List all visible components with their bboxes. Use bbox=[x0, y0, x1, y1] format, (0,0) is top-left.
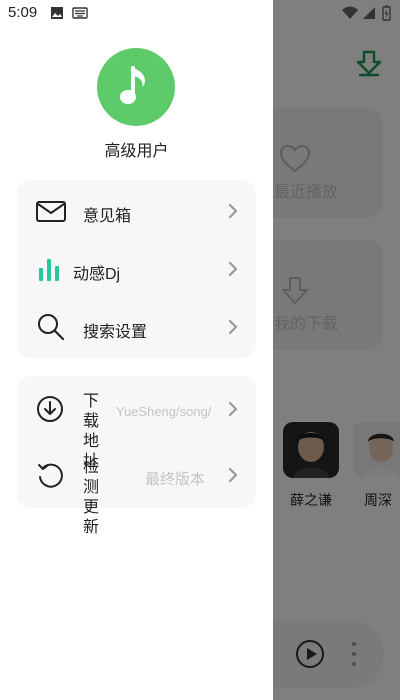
settings-card-secondary: 下载地址 YueSheng/song/ 检测更新 最终版本 bbox=[17, 376, 256, 536]
status-time: 5:09 bbox=[8, 4, 38, 21]
chevron-right-icon bbox=[228, 467, 238, 483]
update-status-value: 最终版本 bbox=[145, 471, 206, 488]
search-icon bbox=[38, 314, 65, 341]
menu-item-check-update[interactable]: 检测更新 最终版本 bbox=[17, 446, 256, 536]
chevron-right-icon bbox=[228, 261, 238, 277]
chevron-right-icon bbox=[228, 319, 238, 335]
menu-item-download-path[interactable]: 下载地址 YueSheng/song/ bbox=[17, 380, 256, 470]
menu-item-dj[interactable]: 动感Dj bbox=[17, 240, 256, 298]
chevron-right-icon bbox=[228, 203, 238, 219]
image-icon bbox=[51, 7, 63, 19]
refresh-icon bbox=[38, 463, 63, 488]
equalizer-icon bbox=[39, 259, 59, 281]
status-bar: 5:09 bbox=[0, 0, 400, 26]
keyboard-icon bbox=[72, 7, 88, 19]
navigation-drawer: 高级用户 意见箱 动感Dj 搜索设置 下载地址 YueSheng/song/ 检… bbox=[0, 0, 273, 700]
user-name: 高级用户 bbox=[104, 143, 169, 160]
menu-item-label: 检测更新 bbox=[83, 459, 100, 536]
download-path-value: YueSheng/song/ bbox=[116, 404, 212, 419]
battery-charging-icon bbox=[382, 5, 391, 21]
menu-item-label: 意见箱 bbox=[83, 208, 132, 225]
user-avatar[interactable] bbox=[97, 48, 175, 126]
download-circle-icon bbox=[37, 396, 63, 422]
mail-icon bbox=[36, 201, 66, 222]
signal-icon bbox=[363, 7, 375, 19]
chevron-right-icon bbox=[228, 401, 238, 417]
music-note-icon bbox=[120, 66, 145, 104]
wifi-icon bbox=[342, 6, 358, 19]
menu-item-label: 搜索设置 bbox=[83, 324, 148, 341]
menu-item-label: 动感Dj bbox=[73, 266, 121, 283]
menu-item-feedback[interactable]: 意见箱 bbox=[17, 182, 256, 240]
menu-item-search-settings[interactable]: 搜索设置 bbox=[17, 298, 256, 356]
settings-card-primary: 意见箱 动感Dj 搜索设置 bbox=[17, 180, 256, 358]
